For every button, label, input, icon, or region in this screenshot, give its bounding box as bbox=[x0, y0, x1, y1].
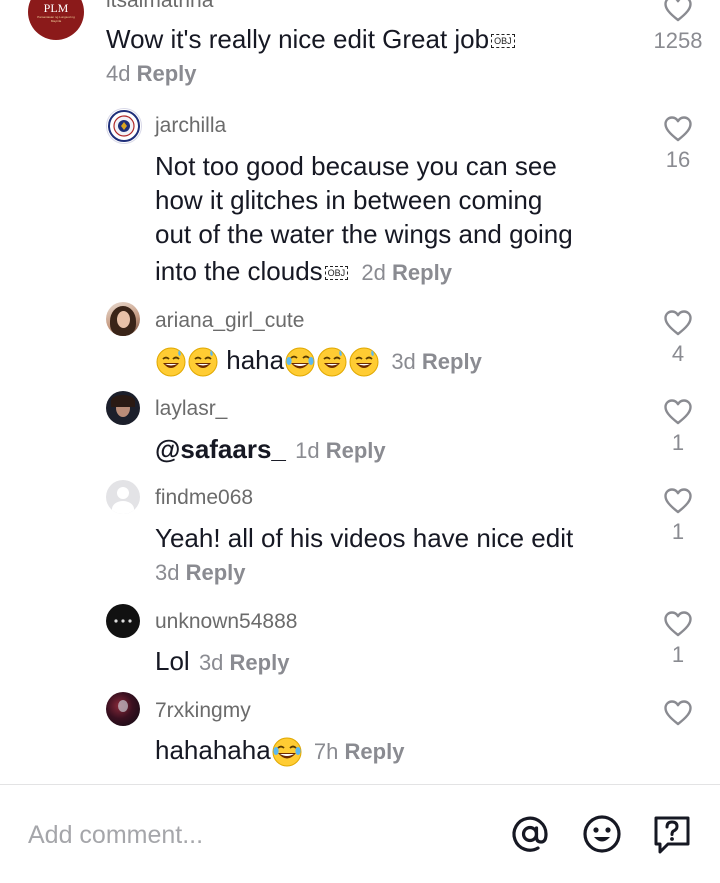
comment-meta: 3d Reply bbox=[155, 560, 246, 586]
comment-username[interactable]: 7rxkingmy bbox=[155, 699, 251, 723]
reply-button[interactable]: Reply bbox=[345, 739, 405, 764]
comment-meta: 3d Reply bbox=[391, 349, 482, 374]
heart-icon[interactable] bbox=[664, 488, 692, 514]
laugh-sweat-emoji-icon bbox=[349, 347, 379, 377]
avatar[interactable] bbox=[106, 604, 140, 638]
comment-username[interactable]: ariana_girl_cute bbox=[155, 309, 304, 333]
avatar[interactable]: PLM Pamantasan ng Lungsod ng Maynila bbox=[28, 0, 84, 40]
comment-time: 3d bbox=[198, 650, 224, 675]
comment-text: haha 3d Reply bbox=[155, 343, 482, 379]
like-count: 1258 bbox=[653, 28, 703, 53]
comment-meta: 7h Reply bbox=[314, 739, 405, 764]
comment-username[interactable]: laylasr_ bbox=[155, 397, 227, 421]
avatar-logo-subtext: Pamantasan ng Lungsod ng Maynila bbox=[37, 15, 75, 23]
dots-logo-icon bbox=[114, 619, 132, 623]
comment-text: Wow it's really nice edit Great job OBJ bbox=[106, 22, 515, 56]
comment-time: 4d bbox=[106, 61, 131, 86]
avatar[interactable] bbox=[106, 391, 140, 425]
comment-text: Yeah! all of his videos have nice edit bbox=[155, 523, 574, 553]
laugh-sweat-emoji-icon bbox=[317, 347, 347, 377]
mention-link[interactable]: @safaars_ bbox=[155, 434, 286, 464]
heart-icon[interactable] bbox=[664, 0, 692, 22]
comment-meta: 4d Reply bbox=[106, 61, 197, 87]
avatar[interactable] bbox=[106, 108, 142, 144]
emoji-icon[interactable] bbox=[580, 812, 624, 856]
avatar[interactable] bbox=[106, 480, 140, 514]
like-count: 1 bbox=[671, 430, 685, 455]
reply-button[interactable]: Reply bbox=[230, 650, 290, 675]
avatar[interactable] bbox=[106, 302, 140, 336]
reply-button[interactable]: Reply bbox=[392, 260, 452, 285]
comment-time: 3d bbox=[391, 349, 416, 374]
seal-icon bbox=[108, 110, 140, 142]
tears-of-joy-emoji-icon bbox=[272, 737, 302, 767]
heart-icon[interactable] bbox=[664, 116, 692, 142]
like-count: 1 bbox=[671, 519, 685, 544]
avatar-logo-text: PLM bbox=[43, 1, 69, 15]
laugh-sweat-emoji-icon bbox=[156, 347, 186, 377]
like-count: 1 bbox=[671, 642, 685, 667]
comment-meta: 1d Reply bbox=[295, 438, 386, 463]
heart-icon[interactable] bbox=[664, 310, 692, 336]
avatar-hair bbox=[111, 395, 135, 407]
obj-marker: OBJ bbox=[491, 34, 515, 49]
comment-text: @safaars_ 1d Reply bbox=[155, 432, 386, 468]
laugh-sweat-emoji-icon bbox=[188, 347, 218, 377]
comment-time: 1d bbox=[295, 438, 320, 463]
tears-of-joy-emoji-icon bbox=[285, 347, 315, 377]
comment-username[interactable]: unknown54888 bbox=[155, 610, 297, 634]
comment-username[interactable]: findme068 bbox=[155, 486, 253, 510]
comment-username[interactable]: itsalmatrina bbox=[106, 0, 213, 13]
heart-icon[interactable] bbox=[664, 399, 692, 425]
avatar-figure bbox=[118, 700, 128, 712]
comment-text: Not too good because you can see how it … bbox=[155, 151, 573, 286]
question-icon[interactable] bbox=[650, 812, 694, 856]
at-mention-icon[interactable] bbox=[508, 812, 552, 856]
reply-button[interactable]: Reply bbox=[186, 560, 246, 585]
heart-icon[interactable] bbox=[664, 700, 692, 726]
avatar-face bbox=[117, 311, 130, 328]
heart-icon[interactable] bbox=[664, 611, 692, 637]
reply-button[interactable]: Reply bbox=[137, 61, 197, 86]
reply-button[interactable]: Reply bbox=[422, 349, 482, 374]
comment-composer bbox=[0, 784, 720, 883]
avatar[interactable] bbox=[106, 692, 140, 726]
avatar-placeholder-head bbox=[117, 487, 129, 499]
avatar-placeholder-body bbox=[112, 501, 134, 514]
like-count: 4 bbox=[671, 341, 685, 366]
like-count: 16 bbox=[665, 147, 691, 172]
comment-username[interactable]: jarchilla bbox=[155, 114, 226, 138]
reply-button[interactable]: Reply bbox=[326, 438, 386, 463]
comment-time: 3d bbox=[155, 560, 180, 585]
comment-text: hahahaha 7h Reply bbox=[155, 733, 404, 769]
add-comment-input[interactable] bbox=[28, 817, 488, 853]
comment-time: 7h bbox=[313, 739, 339, 764]
comment-time: 2d bbox=[361, 260, 386, 285]
comment-meta: 3d Reply bbox=[199, 650, 290, 675]
comment-meta: 2d Reply bbox=[361, 260, 452, 285]
comment-text: Lol 3d Reply bbox=[155, 646, 290, 676]
obj-marker: OBJ bbox=[324, 266, 349, 281]
